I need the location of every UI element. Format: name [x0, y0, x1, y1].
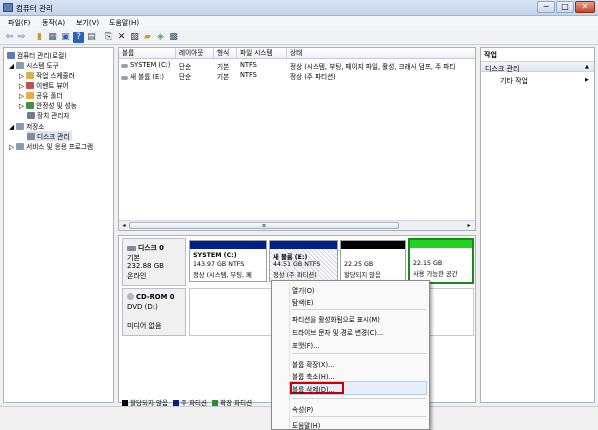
more-actions[interactable]: 기타 작업 — [500, 76, 528, 86]
wizard-icon[interactable]: ◈ — [155, 32, 166, 43]
performance-icon — [26, 102, 35, 109]
open-icon[interactable]: ▰ — [142, 32, 153, 43]
column-file-system[interactable]: 파일 시스템 — [237, 48, 287, 59]
scroll-thumb[interactable]: ≡ — [129, 222, 399, 229]
menu-item-shrink-volume[interactable]: 볼륨 축소(H)... — [292, 371, 335, 381]
menu-item-format[interactable]: 포맷(F)... — [292, 340, 319, 350]
help-icon[interactable]: ? — [73, 32, 84, 43]
storage-icon — [16, 123, 25, 130]
tree-item-shared-folders[interactable]: ▷ 공유 폴더 — [19, 90, 63, 100]
scroll-right-icon[interactable]: ▸ — [465, 222, 473, 230]
column-status[interactable]: 상태 — [287, 48, 475, 59]
cdrom-icon — [127, 293, 134, 300]
menu-help[interactable]: 도움말(H) — [109, 18, 139, 28]
show-hide-icon[interactable]: ▤ — [86, 32, 97, 43]
disk-name: 디스크 0 — [138, 244, 164, 252]
refresh-icon[interactable]: ▩ — [168, 32, 179, 43]
menu-item-explore[interactable]: 탐색(E) — [292, 297, 313, 307]
partition-bar — [410, 240, 472, 248]
partition-free-space[interactable]: 22.15 GB 사용 가능한 공간 — [408, 238, 474, 284]
menu-item-extend-volume[interactable]: 볼륨 확장(X)... — [292, 359, 334, 369]
disk-0-info[interactable]: 디스크 0 기본 232.88 GB 온라인 — [122, 238, 186, 286]
menu-item-mark-active[interactable]: 파티션을 활성화됨으로 표시(M) — [292, 314, 380, 324]
column-type[interactable]: 형식 — [214, 48, 237, 59]
volume-icon — [121, 76, 128, 80]
horizontal-scrollbar[interactable]: ◂ ≡ ▸ — [119, 220, 475, 230]
menu-item-delete-volume[interactable]: 볼륨 삭제(D)... — [292, 384, 335, 394]
tree-item-system-tools[interactable]: ◢ 시스템 도구 — [9, 60, 59, 70]
menu-item-change-drive-letter[interactable]: 드라이브 문자 및 경로 변경(C)... — [292, 327, 383, 337]
menu-separator — [292, 353, 426, 354]
tree-item-reliability[interactable]: ▷ 안정성 및 성능 — [19, 100, 77, 110]
event-viewer-icon — [26, 82, 35, 89]
clock-icon — [26, 72, 35, 79]
tree-item-services[interactable]: ▷ 서비스 및 응용 프로그램 — [9, 141, 93, 151]
menu-view[interactable]: 보기(V) — [76, 18, 99, 28]
up-folder-icon[interactable]: ▮ — [34, 32, 45, 43]
tree-item-task-scheduler[interactable]: ▷ 작업 스케줄러 — [19, 70, 75, 80]
device-manager-icon — [27, 112, 35, 119]
maximize-button[interactable]: □ — [556, 1, 574, 13]
delete-icon[interactable]: ✕ — [116, 32, 127, 43]
partition-bar — [341, 241, 405, 249]
partition-unallocated[interactable]: 22.25 GB 할당되지 않음 — [340, 240, 406, 282]
table-row[interactable]: 새 볼륨 (E:) 단순 기본 NTFS 정상 (주 파티션) — [119, 70, 475, 81]
actions-header: 작업 — [484, 51, 497, 59]
menu-bar: 파일(F) 동작(A) 보기(V) 도움말(H) — [0, 16, 598, 30]
volume-list: 볼륨 레이아웃 형식 파일 시스템 상태 SYSTEM (C:) 단순 기본 N… — [118, 47, 476, 231]
tools-icon — [16, 62, 25, 69]
minimize-button[interactable]: ─ — [537, 1, 555, 13]
close-button[interactable]: ✕ — [575, 1, 595, 13]
tree-item-event-viewer[interactable]: ▷ 이벤트 뷰어 — [19, 80, 69, 90]
partition-bar — [270, 241, 337, 249]
console-tree-icon[interactable]: ▦ — [47, 32, 58, 43]
actions-section[interactable]: 디스크 관리 ▲ — [481, 61, 594, 73]
console-tree: 컴퓨터 관리(로컬) ◢ 시스템 도구 ▷ 작업 스케줄러 ▷ 이벤트 뷰어 ▷… — [3, 47, 114, 403]
menu-file[interactable]: 파일(F) — [8, 18, 30, 28]
tree-item-device-manager[interactable]: 장치 관리자 — [27, 110, 69, 120]
disk-icon — [127, 246, 136, 251]
context-menu: 열기(O) 탐색(E) 파티션을 활성화됨으로 표시(M) 드라이브 문자 및 … — [271, 280, 430, 430]
services-icon — [16, 143, 25, 150]
volume-icon — [121, 64, 128, 68]
tree-root[interactable]: 컴퓨터 관리(로컬) — [7, 50, 67, 60]
forward-arrow-icon[interactable]: ⇨ — [16, 32, 27, 43]
partition-new-volume-e[interactable]: 새 볼륨 (E:) 44.51 GB NTFS 정상 (주 파티션) — [269, 240, 338, 282]
actions-pane: 작업 디스크 관리 ▲ 기타 작업 ▶ — [480, 47, 595, 403]
table-row[interactable]: SYSTEM (C:) 단순 기본 NTFS 정상 (시스템, 부팅, 페이지 … — [119, 60, 475, 71]
menu-separator — [292, 398, 426, 399]
window-title: 컴퓨터 관리 — [16, 4, 53, 13]
legend: 할당되지 않음 주 파티션 확장 파티션 — [122, 397, 252, 407]
tree-item-disk-management[interactable]: 디스크 관리 — [27, 131, 73, 141]
disk-icon — [27, 133, 35, 140]
menu-item-help[interactable]: 도움말(H) — [292, 420, 320, 430]
menu-separator — [292, 416, 426, 417]
back-arrow-icon[interactable]: ⇦ — [4, 32, 15, 43]
properties-sheet-icon[interactable]: ▧ — [129, 32, 140, 43]
toolbar: ⇦ ⇨ ▮ ▦ ▣ ? ▤ ⎘ ✕ ▧ ▰ ◈ ▩ — [0, 30, 598, 45]
cdrom-0-info[interactable]: CD-ROM 0 DVD (D:) 미디어 없음 — [122, 288, 186, 336]
column-layout[interactable]: 레이아웃 — [176, 48, 214, 59]
computer-icon — [7, 52, 15, 59]
shared-folder-icon — [26, 92, 35, 99]
column-volume[interactable]: 볼륨 — [119, 48, 176, 59]
title-bar: 컴퓨터 관리 ─ □ ✕ — [0, 0, 598, 16]
tree-item-storage[interactable]: ◢ 저장소 — [9, 121, 44, 131]
export-icon[interactable]: ⎘ — [103, 32, 114, 43]
menu-item-properties[interactable]: 속성(P) — [292, 404, 313, 414]
properties-icon[interactable]: ▣ — [60, 32, 71, 43]
menu-separator — [292, 309, 426, 310]
partition-bar — [190, 241, 266, 249]
menu-action[interactable]: 동작(A) — [42, 18, 65, 28]
menu-item-open[interactable]: 열기(O) — [292, 285, 314, 295]
cdrom-name: CD-ROM 0 — [136, 293, 175, 301]
submenu-arrow-icon: ▶ — [585, 77, 589, 83]
collapse-icon[interactable]: ▲ — [585, 64, 589, 70]
scroll-left-icon[interactable]: ◂ — [120, 222, 128, 230]
computer-management-icon — [3, 3, 13, 12]
partition-system-c[interactable]: SYSTEM (C:) 143.97 GB NTFS 정상 (시스템, 부팅, … — [189, 240, 267, 282]
